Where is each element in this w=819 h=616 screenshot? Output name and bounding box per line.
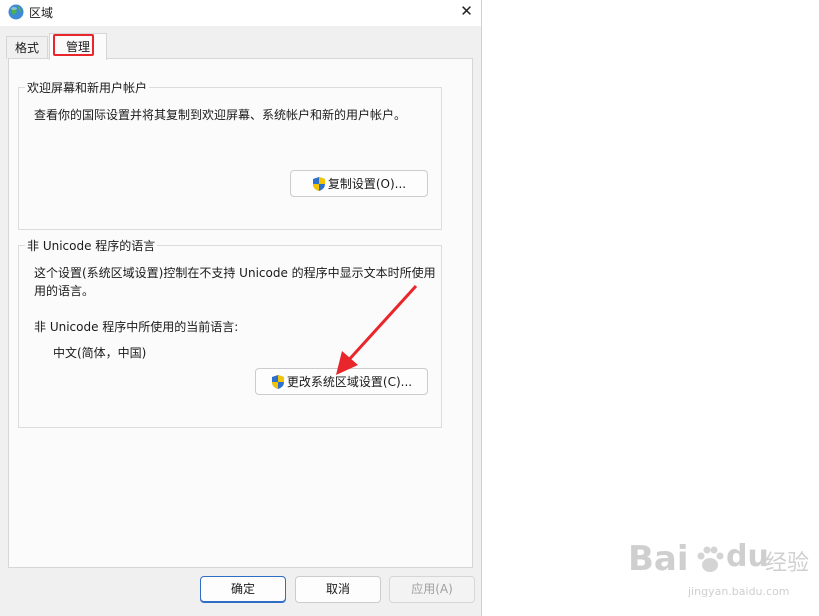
change-system-locale-button[interactable]: 更改系统区域设置(C)... [255, 368, 428, 395]
tab-manage[interactable]: 管理 [49, 33, 107, 60]
watermark-brand2: du [726, 539, 769, 574]
current-language-value: 中文(简体，中国) [53, 346, 147, 360]
window-title: 区域 [29, 6, 54, 20]
change-system-locale-label: 更改系统区域设置(C)... [286, 375, 413, 389]
cancel-button[interactable]: 取消 [295, 576, 381, 603]
unicode-description-line2: 用的语言。 [34, 284, 95, 298]
title-bar: 区域 ✕ [0, 0, 481, 26]
welcome-group-legend: 欢迎屏幕和新用户帐户 [25, 79, 150, 96]
watermark-brand: Bai [628, 539, 689, 579]
uac-shield-icon [271, 374, 284, 389]
tab-format[interactable]: 格式 [6, 36, 48, 59]
globe-icon [8, 4, 24, 20]
watermark-cn: 经验 [765, 551, 810, 576]
unicode-description-line1: 这个设置(系统区域设置)控制在不支持 Unicode 的程序中显示文本时所使用 [34, 266, 436, 280]
ok-button[interactable]: 确定 [200, 576, 286, 603]
welcome-description: 查看你的国际设置并将其复制到欢迎屏幕、系统帐户和新的用户帐户。 [34, 108, 407, 122]
watermark-url: jingyan.baidu.com [688, 585, 790, 598]
current-language-label: 非 Unicode 程序中所使用的当前语言: [34, 320, 239, 334]
paw-icon [697, 546, 724, 572]
copy-settings-label: 复制设置(O)... [327, 177, 407, 191]
close-icon[interactable]: ✕ [452, 0, 481, 24]
unicode-group-legend: 非 Unicode 程序的语言 [25, 237, 158, 254]
dialog-footer: 确定 取消 应用(A) [0, 568, 481, 616]
baidu-watermark: Bai du 经验 jingyan.baidu.com [620, 535, 810, 605]
copy-settings-button[interactable]: 复制设置(O)... [290, 170, 428, 197]
apply-button[interactable]: 应用(A) [389, 576, 475, 603]
uac-shield-icon [312, 176, 325, 191]
region-dialog: 区域 ✕ 格式 管理 欢迎屏幕和新用户帐户 查看你的国际设置并将其复制到欢迎屏幕… [0, 0, 482, 616]
